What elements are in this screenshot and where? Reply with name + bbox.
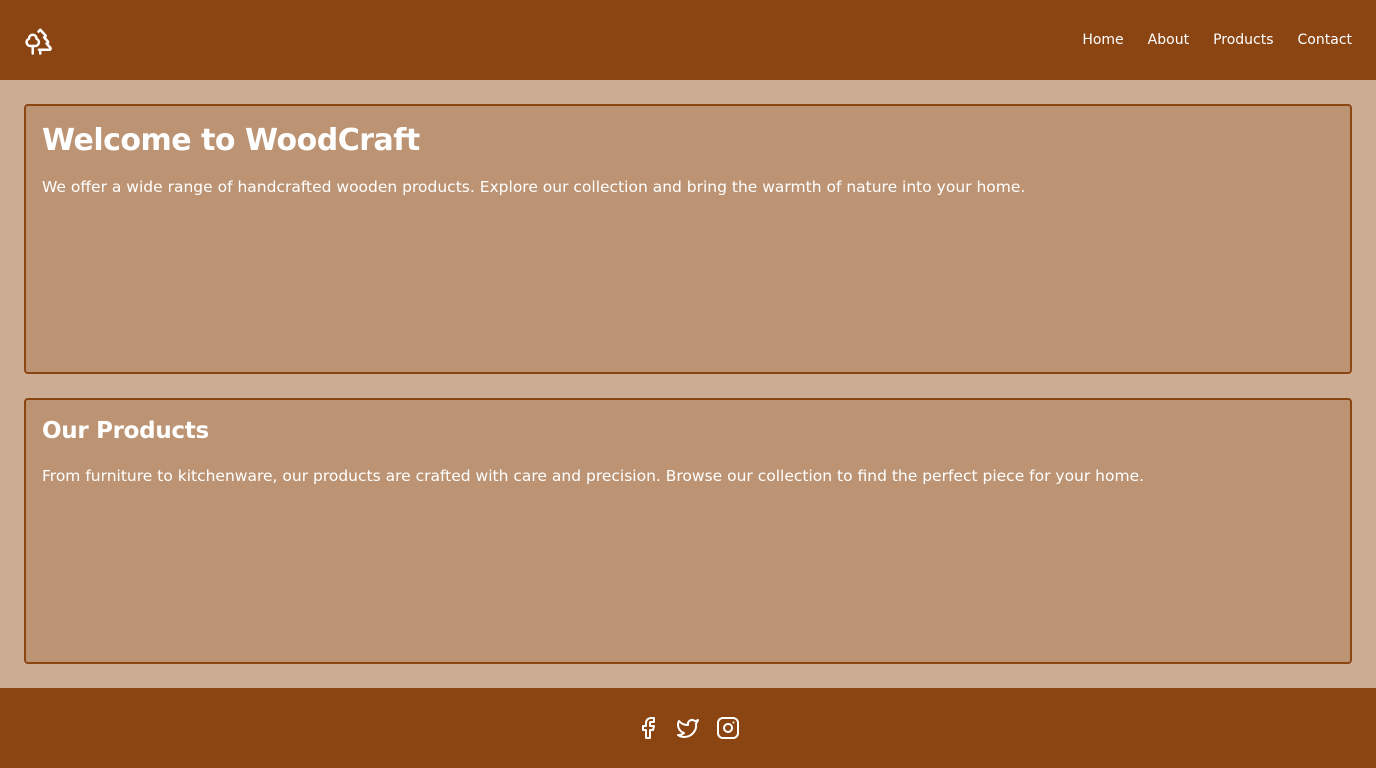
nav-link-home[interactable]: Home [1082,32,1123,48]
welcome-section: Welcome to WoodCraft We offer a wide ran… [24,104,1352,374]
welcome-title: Welcome to WoodCraft [42,123,420,158]
twitter-icon[interactable] [676,716,700,740]
facebook-icon[interactable] [636,716,660,740]
trees-icon[interactable] [24,26,54,56]
instagram-icon[interactable] [716,716,740,740]
products-section: Our Products From furniture to kitchenwa… [24,398,1352,664]
nav-link-products[interactable]: Products [1213,32,1273,48]
site-header: Home About Products Contact [0,0,1376,80]
products-text: From furniture to kitchenware, our produ… [42,467,1145,485]
welcome-text: We offer a wide range of handcrafted woo… [42,178,1026,196]
site-footer [0,688,1376,768]
main-nav: Home About Products Contact [1082,0,1352,80]
products-title: Our Products [42,418,209,444]
nav-link-about[interactable]: About [1148,32,1189,48]
nav-link-contact[interactable]: Contact [1298,32,1352,48]
